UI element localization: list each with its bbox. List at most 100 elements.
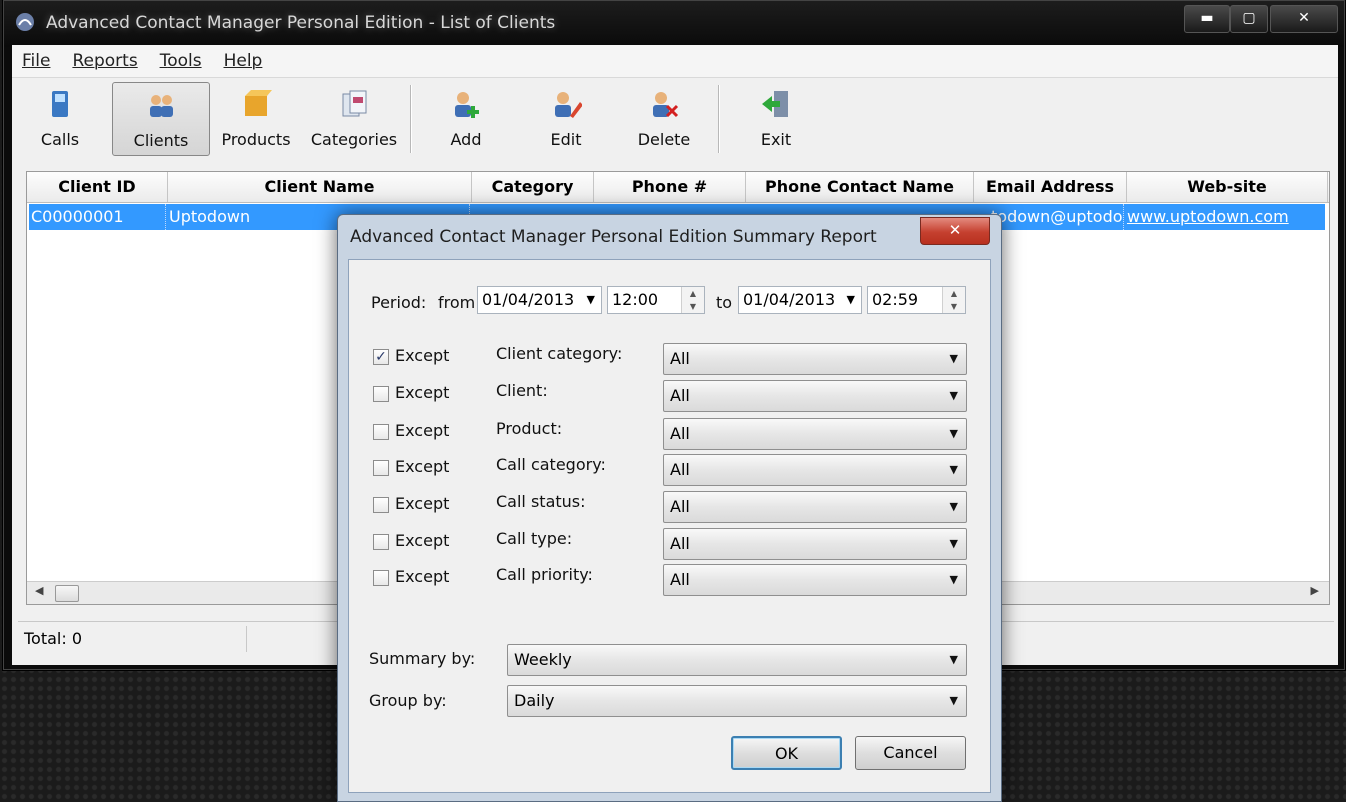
menu-bar: File Reports Tools Help xyxy=(12,45,1338,78)
time-spin-buttons[interactable]: ▲ ▼ xyxy=(681,287,704,313)
group-by-value: Daily xyxy=(514,691,555,710)
exit-label: Exit xyxy=(760,130,792,149)
from-time-spinner[interactable]: 12:00 ▲ ▼ xyxy=(607,286,705,314)
exit-icon xyxy=(762,91,788,117)
dialog-close-button[interactable]: ✕ xyxy=(920,217,990,245)
filter-label: Call status: xyxy=(496,492,586,511)
except-label: Except xyxy=(395,383,450,402)
filter-select-value: All xyxy=(670,424,690,443)
filter-select[interactable]: All ▼ xyxy=(663,418,967,450)
except-checkbox[interactable] xyxy=(373,570,389,586)
clients-button[interactable]: Clients xyxy=(112,82,210,156)
chevron-down-icon[interactable]: ▼ xyxy=(847,287,855,313)
except-checkbox[interactable] xyxy=(373,424,389,440)
exit-button[interactable]: Exit xyxy=(728,82,824,154)
categories-button[interactable]: Categories xyxy=(306,82,402,154)
column-website[interactable]: Web-site xyxy=(1127,172,1328,202)
edit-button[interactable]: Edit xyxy=(518,82,614,154)
spin-up-icon[interactable]: ▲ xyxy=(943,287,965,300)
app-icon xyxy=(16,13,34,31)
menu-reports[interactable]: Reports xyxy=(72,51,137,71)
chevron-down-icon[interactable]: ▼ xyxy=(950,419,958,449)
filter-select[interactable]: All ▼ xyxy=(663,491,967,523)
time-spin-buttons[interactable]: ▲ ▼ xyxy=(942,287,965,313)
total-count: Total: 0 xyxy=(18,626,247,652)
close-window-button[interactable]: ✕ xyxy=(1270,5,1338,33)
cancel-button[interactable]: Cancel xyxy=(855,736,966,770)
products-button[interactable]: Products xyxy=(208,82,304,154)
minimize-button[interactable]: ▬ xyxy=(1184,5,1230,33)
to-label: to xyxy=(716,293,733,312)
chevron-down-icon[interactable]: ▼ xyxy=(950,529,958,559)
from-date-value: 01/04/2013 xyxy=(482,290,575,309)
menu-help[interactable]: Help xyxy=(224,51,263,71)
column-client-id[interactable]: Client ID xyxy=(27,172,168,202)
chevron-down-icon[interactable]: ▼ xyxy=(587,287,595,313)
scroll-left-icon[interactable]: ◀ xyxy=(35,584,43,597)
filter-select[interactable]: All ▼ xyxy=(663,528,967,560)
scroll-right-icon[interactable]: ▶ xyxy=(1311,584,1319,597)
delete-user-icon xyxy=(653,92,679,118)
column-phone[interactable]: Phone # xyxy=(594,172,746,202)
filter-select-value: All xyxy=(670,349,690,368)
ok-button[interactable]: OK xyxy=(731,736,842,770)
add-button[interactable]: Add xyxy=(418,82,514,154)
delete-label: Delete xyxy=(637,130,691,149)
dialog-title: Advanced Contact Manager Personal Editio… xyxy=(350,227,877,247)
column-email-address[interactable]: Email Address xyxy=(974,172,1127,202)
except-checkbox[interactable]: ✓ xyxy=(373,349,389,365)
from-date-picker[interactable]: 01/04/2013 ▼ xyxy=(477,286,602,314)
except-checkbox[interactable] xyxy=(373,386,389,402)
group-by-select[interactable]: Daily ▼ xyxy=(507,685,967,717)
products-icon xyxy=(245,90,272,116)
filter-select[interactable]: All ▼ xyxy=(663,564,967,596)
filter-select-value: All xyxy=(670,497,690,516)
maximize-button[interactable]: ▢ xyxy=(1230,5,1268,33)
clients-icon xyxy=(150,95,173,117)
categories-label: Categories xyxy=(310,130,398,149)
scrollbar-thumb[interactable] xyxy=(55,585,79,602)
filter-select-value: All xyxy=(670,460,690,479)
chevron-down-icon[interactable]: ▼ xyxy=(950,565,958,595)
title-bar[interactable]: Advanced Contact Manager Personal Editio… xyxy=(4,1,1344,47)
toolbar-separator xyxy=(410,85,412,153)
delete-button[interactable]: Delete xyxy=(616,82,712,154)
except-checkbox[interactable] xyxy=(373,497,389,513)
cell-website-link[interactable]: www.uptodown.com xyxy=(1125,204,1323,230)
chevron-down-icon[interactable]: ▼ xyxy=(950,344,958,374)
spin-up-icon[interactable]: ▲ xyxy=(682,287,704,300)
column-client-name[interactable]: Client Name xyxy=(168,172,472,202)
menu-file[interactable]: File xyxy=(22,51,50,71)
menu-tools[interactable]: Tools xyxy=(160,51,202,71)
period-label: Period: xyxy=(371,293,427,312)
except-label: Except xyxy=(395,531,450,550)
chevron-down-icon[interactable]: ▼ xyxy=(950,686,958,716)
column-phone-contact-name[interactable]: Phone Contact Name xyxy=(746,172,974,202)
filter-select[interactable]: All ▼ xyxy=(663,454,967,486)
to-date-picker[interactable]: 01/04/2013 ▼ xyxy=(738,286,862,314)
filter-label: Call type: xyxy=(496,529,573,548)
chevron-down-icon[interactable]: ▼ xyxy=(950,645,958,675)
calls-button[interactable]: Calls xyxy=(12,82,108,154)
except-checkbox[interactable] xyxy=(373,534,389,550)
chevron-down-icon[interactable]: ▼ xyxy=(950,381,958,411)
from-label: from xyxy=(438,293,476,312)
summary-by-select[interactable]: Weekly ▼ xyxy=(507,644,967,676)
chevron-down-icon[interactable]: ▼ xyxy=(950,492,958,522)
filter-label: Call category: xyxy=(496,455,606,474)
filter-select[interactable]: All ▼ xyxy=(663,343,967,375)
filter-label: Product: xyxy=(496,419,563,438)
spin-down-icon[interactable]: ▼ xyxy=(682,300,704,313)
edit-label: Edit xyxy=(550,130,582,149)
chevron-down-icon[interactable]: ▼ xyxy=(950,455,958,485)
categories-icon xyxy=(342,90,367,117)
filter-select[interactable]: All ▼ xyxy=(663,380,967,412)
except-checkbox[interactable] xyxy=(373,460,389,476)
spin-down-icon[interactable]: ▼ xyxy=(943,300,965,313)
edit-user-icon xyxy=(555,92,582,118)
column-category[interactable]: Category xyxy=(472,172,594,202)
to-time-spinner[interactable]: 02:59 ▲ ▼ xyxy=(867,286,966,314)
filter-select-value: All xyxy=(670,570,690,589)
products-label: Products xyxy=(221,130,291,149)
filter-label: Client: xyxy=(496,381,548,400)
